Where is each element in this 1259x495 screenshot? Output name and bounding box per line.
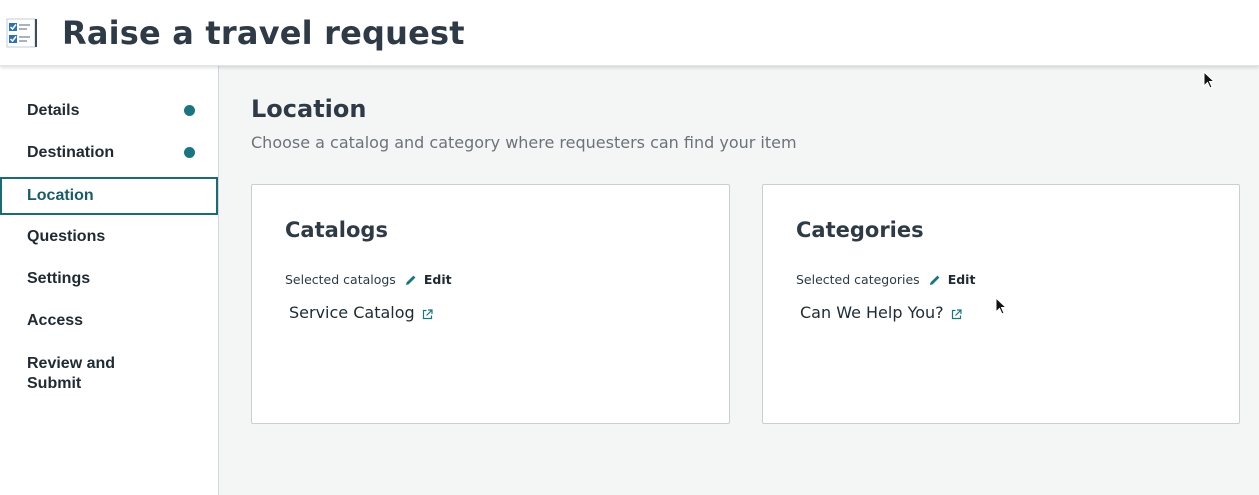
page-header: Raise a travel request bbox=[0, 0, 1259, 66]
selected-label: Selected catalogs bbox=[285, 272, 396, 287]
sidebar-item-label: Location bbox=[27, 187, 94, 204]
sidebar-item-label: Details bbox=[27, 102, 80, 119]
card-title: Categories bbox=[796, 218, 924, 242]
edit-catalogs-link[interactable]: Edit bbox=[424, 272, 452, 287]
mouse-cursor-icon bbox=[1203, 71, 1216, 89]
selected-label: Selected categories bbox=[796, 272, 920, 287]
mouse-cursor-icon bbox=[995, 297, 1008, 315]
sidebar-item-location[interactable]: Location bbox=[0, 177, 218, 215]
main-content: Location Choose a catalog and category w… bbox=[219, 66, 1259, 495]
catalog-item[interactable]: Service Catalog bbox=[289, 303, 433, 322]
sidebar-item-review-and-submit[interactable]: Review and Submit bbox=[0, 354, 150, 394]
external-link-icon[interactable] bbox=[422, 308, 433, 320]
sidebar-item-label: Review and Submit bbox=[27, 355, 116, 392]
complete-status-dot bbox=[184, 147, 195, 158]
sidebar-nav: Details Destination Location Questions S… bbox=[0, 66, 219, 495]
sidebar-item-questions[interactable]: Questions bbox=[0, 228, 218, 246]
checklist-icon bbox=[6, 18, 37, 48]
sidebar-item-label: Settings bbox=[27, 270, 91, 287]
section-title: Location bbox=[251, 95, 367, 123]
catalogs-card: Catalogs Selected catalogs Edit Service … bbox=[251, 184, 730, 424]
pencil-icon[interactable] bbox=[405, 274, 417, 286]
card-title: Catalogs bbox=[285, 218, 388, 242]
category-item-label[interactable]: Can We Help You? bbox=[800, 303, 944, 322]
page-title: Raise a travel request bbox=[62, 14, 465, 52]
external-link-icon[interactable] bbox=[951, 308, 962, 320]
selected-catalogs-row: Selected catalogs Edit bbox=[285, 272, 452, 287]
section-subtitle: Choose a catalog and category where requ… bbox=[251, 133, 797, 152]
sidebar-item-label: Access bbox=[27, 312, 84, 329]
sidebar-item-settings[interactable]: Settings bbox=[0, 270, 218, 288]
sidebar-item-label: Questions bbox=[27, 228, 106, 245]
sidebar-item-label: Destination bbox=[27, 144, 115, 161]
sidebar-item-access[interactable]: Access bbox=[0, 312, 218, 330]
complete-status-dot bbox=[184, 105, 195, 116]
selected-categories-row: Selected categories Edit bbox=[796, 272, 975, 287]
edit-categories-link[interactable]: Edit bbox=[948, 272, 976, 287]
pencil-icon[interactable] bbox=[929, 274, 941, 286]
catalog-item-label[interactable]: Service Catalog bbox=[289, 303, 415, 322]
category-item[interactable]: Can We Help You? bbox=[800, 303, 962, 322]
